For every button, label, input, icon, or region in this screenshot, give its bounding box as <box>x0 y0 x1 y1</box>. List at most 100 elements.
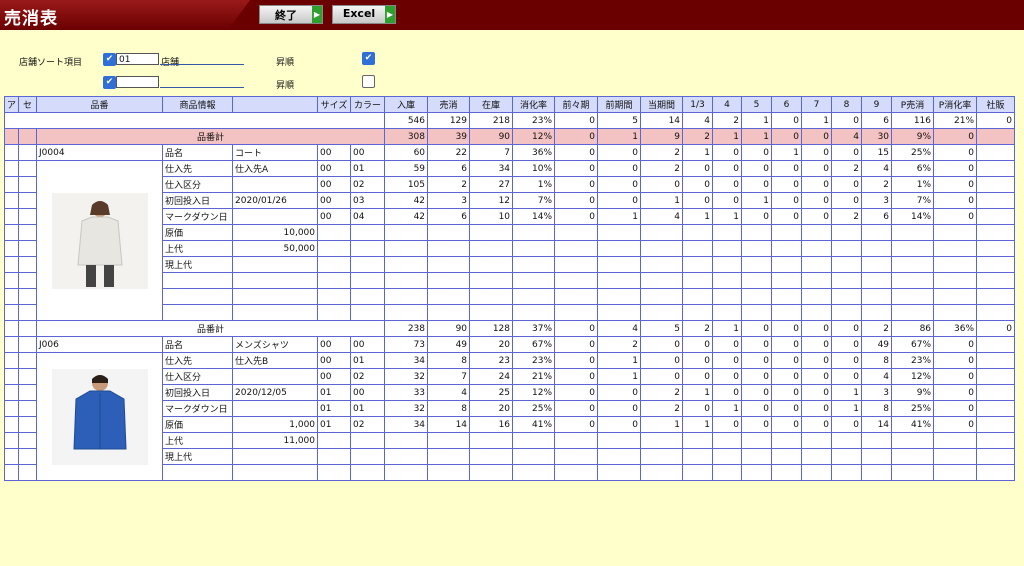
cell[interactable] <box>18 272 38 289</box>
cell[interactable] <box>18 352 38 369</box>
cell[interactable] <box>18 336 38 353</box>
column-header-18[interactable]: 7 <box>801 96 833 113</box>
value-cell: 0 <box>682 336 714 353</box>
order-checkbox-2[interactable] <box>362 75 375 88</box>
size-cell: 00 <box>317 160 352 177</box>
cell[interactable] <box>3 288 20 305</box>
cell[interactable] <box>18 416 38 433</box>
value-cell: 0 <box>771 208 803 225</box>
column-header-21[interactable]: P売消 <box>891 96 935 113</box>
value-cell <box>976 400 1016 417</box>
cell[interactable] <box>3 240 20 257</box>
cell[interactable] <box>18 256 38 273</box>
cell[interactable] <box>18 288 38 305</box>
cell[interactable] <box>18 384 38 401</box>
cell[interactable] <box>3 224 20 241</box>
column-header-7[interactable]: 入庫 <box>384 96 429 113</box>
cell[interactable] <box>18 368 38 385</box>
column-header-15[interactable]: 4 <box>712 96 743 113</box>
excel-button[interactable]: Excel ▶ <box>332 5 396 24</box>
value-cell: 0 <box>771 128 803 145</box>
cell[interactable] <box>18 400 38 417</box>
column-header-13[interactable]: 当期間 <box>640 96 684 113</box>
value-cell: 218 <box>469 112 514 129</box>
cell[interactable] <box>3 176 20 193</box>
value-cell: 0 <box>554 192 599 209</box>
column-header-5[interactable]: サイズ <box>317 96 352 113</box>
column-header-20[interactable]: 9 <box>861 96 893 113</box>
column-header-8[interactable]: 売消 <box>427 96 471 113</box>
cell[interactable] <box>18 192 38 209</box>
value-cell <box>891 304 935 321</box>
column-header-9[interactable]: 在庫 <box>469 96 514 113</box>
value-cell <box>771 432 803 449</box>
value-cell <box>597 288 642 305</box>
cell[interactable] <box>3 352 20 369</box>
sort-code-input-2[interactable] <box>116 76 159 88</box>
cell[interactable] <box>3 448 20 465</box>
column-header-16[interactable]: 5 <box>741 96 773 113</box>
cell[interactable] <box>3 336 20 353</box>
value-cell: 0 <box>831 416 863 433</box>
order-checkbox-1[interactable]: ✔ <box>362 52 375 65</box>
cell[interactable] <box>18 160 38 177</box>
value-cell <box>427 288 471 305</box>
value-cell: 12% <box>512 384 556 401</box>
cell[interactable] <box>3 272 20 289</box>
column-header-1[interactable]: セ <box>18 96 38 113</box>
cell[interactable] <box>18 224 38 241</box>
info-label: 初回投入日 <box>162 192 234 209</box>
column-header-10[interactable]: 消化率 <box>512 96 556 113</box>
excel-button-label: Excel <box>342 7 376 20</box>
cell[interactable] <box>3 432 20 449</box>
cell[interactable] <box>3 192 20 209</box>
cell[interactable] <box>18 240 38 257</box>
value-cell: 42 <box>384 192 429 209</box>
cell[interactable] <box>18 432 38 449</box>
column-header-3[interactable]: 商品情報 <box>162 96 234 113</box>
info-label: 仕入区分 <box>162 368 234 385</box>
value-cell: 6 <box>427 160 471 177</box>
cell[interactable] <box>3 368 20 385</box>
color-cell: 01 <box>350 160 386 177</box>
cell[interactable] <box>18 176 38 193</box>
cell[interactable] <box>3 144 20 161</box>
cell[interactable] <box>18 464 38 481</box>
column-header-0[interactable]: ア <box>3 96 20 113</box>
column-header-2[interactable]: 品番 <box>36 96 164 113</box>
cell[interactable] <box>3 384 20 401</box>
cell[interactable] <box>3 464 20 481</box>
value-cell: 8 <box>861 352 893 369</box>
column-header-14[interactable]: 1/3 <box>682 96 714 113</box>
value-cell <box>384 304 429 321</box>
value-cell: 25% <box>891 400 935 417</box>
cell[interactable] <box>18 448 38 465</box>
sort-checkbox-2[interactable]: ✔ <box>103 76 116 89</box>
value-cell <box>801 224 833 241</box>
cell[interactable] <box>3 416 20 433</box>
value-cell: 67% <box>891 336 935 353</box>
info-label: 仕入区分 <box>162 176 234 193</box>
cell[interactable] <box>3 208 20 225</box>
value-cell <box>976 384 1016 401</box>
column-header-19[interactable]: 8 <box>831 96 863 113</box>
cell[interactable] <box>18 144 38 161</box>
cell[interactable] <box>3 400 20 417</box>
column-header-6[interactable]: カラー <box>350 96 386 113</box>
cell[interactable] <box>18 304 38 321</box>
cell[interactable] <box>3 256 20 273</box>
column-header-22[interactable]: P消化率 <box>933 96 978 113</box>
column-header-17[interactable]: 6 <box>771 96 803 113</box>
column-header-23[interactable]: 社販 <box>976 96 1016 113</box>
column-header-11[interactable]: 前々期 <box>554 96 599 113</box>
column-header-4[interactable] <box>232 96 319 113</box>
sort-checkbox-1[interactable]: ✔ <box>103 53 116 66</box>
cell[interactable] <box>3 304 20 321</box>
cell[interactable] <box>3 160 20 177</box>
close-button[interactable]: 終了 ▶ <box>259 5 323 24</box>
value-cell <box>597 256 642 273</box>
cell[interactable] <box>18 208 38 225</box>
sort-code-input[interactable]: 01 <box>116 53 159 65</box>
value-cell <box>831 272 863 289</box>
column-header-12[interactable]: 前期間 <box>597 96 642 113</box>
